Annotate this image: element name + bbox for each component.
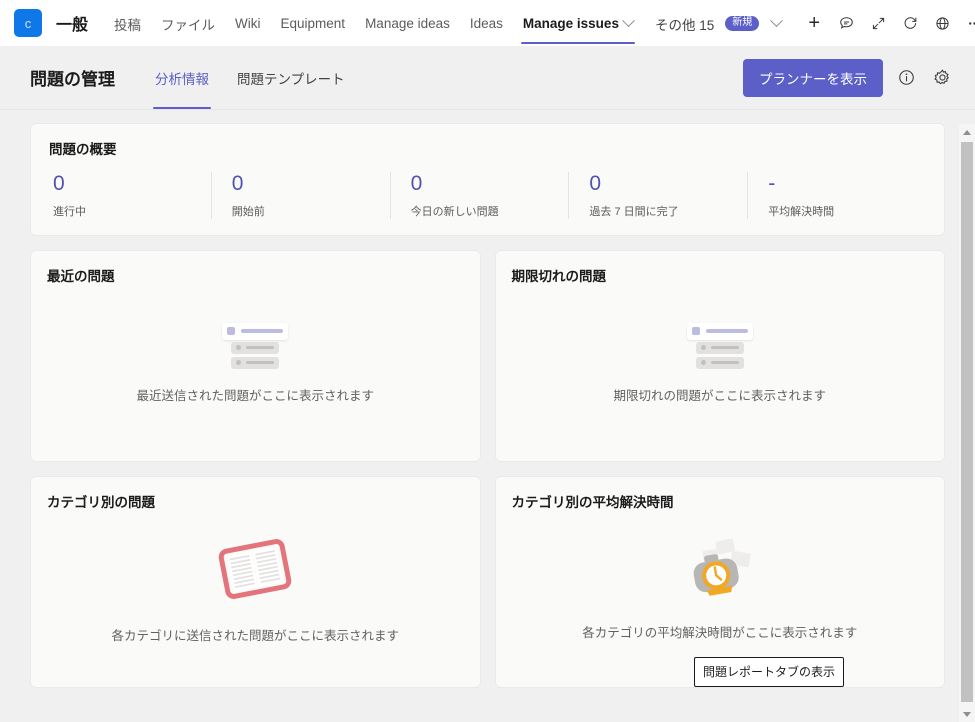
stat-value: 0 [410, 172, 423, 195]
panel-title: カテゴリ別の問題 [47, 495, 155, 511]
expand-icon[interactable] [863, 8, 893, 38]
channel-tab-label: Manage issues [522, 16, 619, 31]
panel-issues-by-category: カテゴリ別の問題 各カテゴリに送信された問題がここに表示されます [30, 476, 481, 689]
tab-label: 問題テンプレート [237, 71, 345, 87]
channel-tab-label: ファイル [161, 17, 216, 33]
empty-text: 期限切れの問題がここに表示されます [613, 388, 826, 403]
list-illustration [686, 322, 753, 369]
chat-icon[interactable] [831, 8, 861, 38]
issue-summary-card: 問題の概要 0 進行中 0 開始前 0 今日の新しい問題 0 過去 7 日間に完… [30, 123, 945, 237]
stat-in-progress: 0 進行中 [49, 172, 211, 219]
panel-empty-state: 各カテゴリに送信された問題がここに表示されます [47, 511, 464, 673]
channel-tab-ideas[interactable]: Ideas [460, 2, 513, 44]
summary-title: 問題の概要 [49, 142, 117, 157]
tab-issue-templates[interactable]: 問題テンプレート [223, 46, 359, 109]
stat-label: 進行中 [53, 206, 86, 219]
empty-text: 各カテゴリに送信された問題がここに表示されます [111, 628, 399, 643]
stat-label: 過去 7 日間に完了 [589, 206, 679, 219]
empty-text: 各カテゴリの平均解決時間がここに表示されます [582, 625, 858, 640]
channel-tab-label: Ideas [469, 16, 503, 31]
tab-label: 分析情報 [155, 71, 209, 87]
channel-more-tabs[interactable]: その他 15 新規 [643, 0, 791, 47]
empty-text: 最近送信された問題がここに表示されます [136, 388, 374, 403]
panel-title: 最近の問題 [47, 269, 115, 285]
panel-empty-state: 各カテゴリの平均解決時間がここに表示されます [512, 511, 929, 673]
show-planner-button[interactable]: プランナーを表示 [743, 58, 883, 97]
app-tab-bar: 分析情報 問題テンプレート [141, 46, 359, 109]
channel-tab-label: Equipment [280, 16, 346, 31]
team-avatar[interactable]: c [14, 9, 42, 37]
scroll-up-button[interactable] [959, 124, 975, 140]
new-badge: 新規 [725, 16, 760, 31]
channel-tab-label: Manage ideas [365, 16, 450, 31]
tooltip: 問題レポートタブの表示 [694, 657, 845, 687]
panel-empty-state: 最近送信された問題がここに表示されます [47, 285, 464, 447]
stat-avg-resolution-time: - 平均解決時間 [747, 172, 926, 220]
issue-management-app: 問題の管理 分析情報 問題テンプレート プランナーを表示 問題の概要 0 進行中… [0, 46, 975, 722]
list-illustration [222, 322, 289, 369]
stat-completed-7days: 0 過去 7 日間に完了 [568, 172, 747, 220]
tab-analytics[interactable]: 分析情報 [141, 46, 223, 109]
analytics-content: 問題の概要 0 進行中 0 開始前 0 今日の新しい問題 0 過去 7 日間に完… [0, 111, 975, 689]
more-tabs-label: その他 15 [654, 17, 715, 33]
vertical-scrollbar[interactable] [959, 124, 975, 722]
scroll-down-button[interactable] [959, 706, 975, 722]
app-header-actions: プランナーを表示 [743, 58, 955, 97]
panel-recent-issues: 最近の問題 最近送信された問題がここに表示されます [30, 250, 481, 463]
analytics-panel-grid: 最近の問題 最近送信された問題がここに表示されます 期限切れの問題 期限切れの問… [30, 250, 945, 689]
gear-icon[interactable] [929, 65, 955, 91]
channel-tab-manage-ideas[interactable]: Manage ideas [355, 2, 460, 44]
panel-title: 期限切れの問題 [511, 269, 607, 285]
channel-tabs: 投稿 ファイル Wiki Equipment Manage ideas Idea… [104, 0, 643, 47]
book-illustration [217, 535, 293, 603]
channel-name: 一般 [56, 17, 89, 34]
panel-title: カテゴリ別の平均解決時間 [511, 495, 674, 511]
channel-tab-wiki[interactable]: Wiki [225, 2, 271, 44]
topbar-icon-group: + [799, 8, 975, 38]
app-header: 問題の管理 分析情報 問題テンプレート プランナーを表示 [0, 46, 975, 110]
summary-stats: 0 進行中 0 開始前 0 今日の新しい問題 0 過去 7 日間に完了 - 平均… [49, 172, 926, 220]
channel-tab-label: Wiki [235, 16, 261, 31]
stat-not-started: 0 開始前 [210, 172, 390, 220]
scrollbar-thumb[interactable] [961, 142, 973, 702]
channel-tab-posts[interactable]: 投稿 [104, 0, 151, 47]
stopwatch-illustration [682, 538, 758, 600]
stat-new-today: 0 今日の新しい問題 [389, 172, 569, 220]
more-icon[interactable] [959, 8, 975, 38]
stat-label: 平均解決時間 [768, 206, 835, 219]
analytics-scroll-region: 問題の概要 0 進行中 0 開始前 0 今日の新しい問題 0 過去 7 日間に完… [0, 111, 975, 722]
info-icon[interactable] [893, 65, 919, 91]
channel-tab-files[interactable]: ファイル [151, 0, 225, 47]
channel-tab-manage-issues[interactable]: Manage issues [513, 2, 643, 44]
page-title: 問題の管理 [30, 70, 115, 89]
channel-tab-equipment[interactable]: Equipment [271, 2, 356, 44]
channel-tab-label: 投稿 [114, 17, 142, 33]
stat-value: 0 [53, 172, 65, 195]
chevron-down-icon[interactable] [770, 14, 784, 28]
stat-value: - [768, 172, 776, 195]
chevron-down-icon[interactable] [622, 14, 635, 28]
stat-label: 今日の新しい問題 [410, 206, 499, 219]
stat-value: 0 [589, 172, 602, 195]
refresh-icon[interactable] [895, 8, 925, 38]
stat-label: 開始前 [231, 206, 265, 219]
channel-topbar: c 一般 投稿 ファイル Wiki Equipment Manage ideas… [0, 0, 975, 46]
stat-value: 0 [231, 172, 244, 195]
panel-empty-state: 期限切れの問題がここに表示されます [512, 285, 929, 447]
globe-icon[interactable] [927, 8, 957, 38]
panel-overdue-issues: 期限切れの問題 期限切れの問題がここに表示されます [494, 250, 945, 463]
add-tab-button[interactable]: + [799, 8, 829, 38]
